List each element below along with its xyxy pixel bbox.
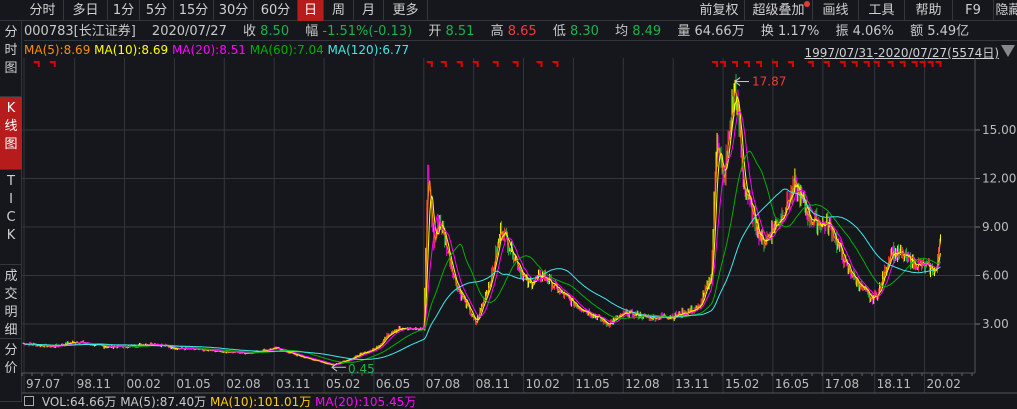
event-marker-icon (755, 61, 762, 67)
vol-ma20: MA(20):105.45万 (315, 395, 417, 409)
event-marker-icon (456, 61, 463, 67)
event-marker-icon (552, 61, 559, 67)
x-tick-label: 00.02 (127, 377, 161, 391)
event-marker-icon (536, 61, 543, 67)
ma60-line (22, 150, 941, 363)
x-tick-label: 08.11 (476, 377, 510, 391)
x-tick-label: 20.02 (927, 377, 961, 391)
event-marker-icon (823, 61, 830, 67)
event-marker-icon (426, 61, 433, 67)
x-tick-label: 07.08 (426, 377, 460, 391)
volume-legend: VOL:64.66万 MA(5):87.40万 MA(10):101.01万 M… (24, 395, 416, 409)
event-marker-icon (732, 61, 739, 67)
event-marker-icon (851, 61, 858, 67)
y-tick-label: 15.00 (982, 123, 1016, 137)
min-price-label: 0.45 (348, 362, 375, 376)
x-tick-label: 17.08 (825, 377, 859, 391)
y-tick-label: 9.00 (982, 220, 1009, 234)
event-marker-icon (743, 61, 750, 67)
event-marker-icon (492, 61, 499, 67)
x-tick-label: 18.11 (877, 377, 911, 391)
volume-toggle-icon[interactable] (24, 396, 34, 406)
y-tick-label: 3.00 (982, 317, 1009, 331)
x-tick-label: 05.02 (326, 377, 360, 391)
kline-chart[interactable]: 15.00 12.00 9.00 6.00 3.00 97.07 98.11 00.02 01.… (0, 0, 1017, 402)
event-marker-icon (899, 61, 906, 67)
event-marker-icon (919, 61, 926, 67)
event-marker-icon (839, 61, 846, 67)
x-tick-label: 01.05 (176, 377, 210, 391)
x-tick-label: 12.08 (625, 377, 659, 391)
y-tick-label: 6.00 (982, 268, 1009, 282)
event-marker-icon (33, 61, 40, 67)
vol-ma5: MA(5):87.40万 (120, 395, 207, 409)
x-tick-label: 16.05 (775, 377, 809, 391)
event-marker-icon (512, 61, 519, 67)
event-marker-icon (927, 61, 934, 67)
ma20-line (22, 111, 941, 365)
event-marker-icon (712, 61, 719, 67)
vol-value: VOL:64.66万 (41, 395, 117, 409)
x-tick-label: 10.02 (526, 377, 560, 391)
vol-ma10: MA(10):101.01万 (209, 395, 312, 409)
ma10-line (22, 95, 941, 366)
x-tick-label: 97.07 (26, 377, 60, 391)
x-tick-label: 02.08 (226, 377, 260, 391)
x-tick-label: 06.05 (376, 377, 410, 391)
event-marker-icon (935, 61, 942, 67)
event-marker-icon (49, 61, 56, 67)
x-tick-label: 03.11 (276, 377, 310, 391)
event-marker-icon (863, 61, 870, 67)
x-tick-label: 13.11 (675, 377, 709, 391)
x-tick-label: 98.11 (77, 377, 111, 391)
event-marker-icon (911, 61, 918, 67)
event-marker-icon (440, 61, 447, 67)
event-marker-icon (887, 61, 894, 67)
y-tick-label: 12.00 (982, 171, 1016, 185)
x-tick-label: 15.02 (725, 377, 759, 391)
x-tick-label: 11.05 (575, 377, 609, 391)
ma120-line (22, 188, 941, 360)
max-price-label: 17.87 (752, 75, 786, 89)
event-marker-icon (787, 61, 794, 67)
event-marker-icon (807, 61, 814, 67)
